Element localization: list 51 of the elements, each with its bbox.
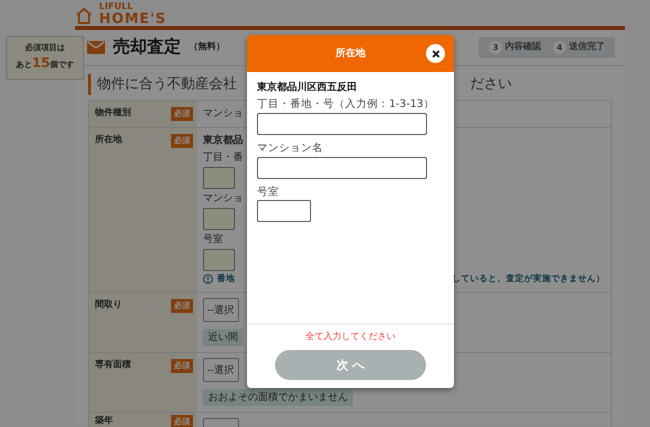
field-caption: 丁目・番 [203, 150, 243, 165]
required-badge: 必須 [171, 134, 193, 148]
house-icon [75, 6, 93, 26]
step-label: 送信完了 [569, 40, 605, 54]
field-label: 築年 [95, 414, 113, 427]
info-icon [203, 274, 213, 284]
input-field[interactable] [203, 167, 235, 189]
input-field[interactable] [203, 249, 235, 271]
input-field[interactable] [203, 208, 235, 230]
input-field[interactable] [257, 112, 427, 135]
field-caption: マンショ [203, 192, 243, 206]
close-icon [432, 50, 440, 58]
input-field[interactable] [257, 200, 311, 222]
page-title: 売却査定 [113, 36, 181, 59]
free-note: （無料） [189, 40, 225, 54]
field-label: 専有面積 [95, 358, 131, 372]
logo-text: LIFULL [99, 3, 134, 12]
hint-text: 近い間 [203, 328, 243, 346]
field-label: 丁目・番地・号（入力例：1-3-13） [257, 97, 436, 112]
address-text: 東京都品川区西五反田 [257, 80, 358, 95]
remaining-text: あと [16, 59, 32, 71]
logo-text: HOME'S [99, 12, 166, 26]
required-badge: 必須 [171, 107, 193, 121]
select-field[interactable]: --選択 [203, 358, 239, 382]
step-number: 4 [553, 41, 566, 54]
field-label: 物件種別 [95, 107, 131, 120]
error-message: 全て入力してください [306, 331, 396, 344]
field-value: 東京都品 [203, 133, 243, 148]
remaining-count: 15 [32, 55, 50, 73]
required-badge: 必須 [171, 358, 193, 373]
field-label: 所在地 [95, 134, 122, 147]
modal-title: 所在地 [336, 46, 366, 61]
field-label: 間取り [95, 298, 122, 312]
step-label: 内容確認 [505, 40, 541, 54]
input-field[interactable] [257, 156, 427, 178]
remaining-text: 個です [50, 59, 74, 71]
envelope-icon [87, 41, 105, 54]
close-button[interactable] [426, 44, 445, 63]
select-field[interactable]: --選択 [203, 298, 239, 322]
field-value: マンショ [203, 107, 243, 121]
required-badge: 必須 [171, 414, 193, 427]
field-label: 号室 [257, 184, 280, 200]
section-heading: ださい [470, 75, 512, 94]
step-number: 3 [489, 41, 502, 54]
field-label: マンション名 [257, 140, 324, 156]
remaining-text: 必須項目は [24, 42, 66, 54]
note-text: 番地 [217, 273, 235, 286]
section-heading: 物件に合う不動産会社 [88, 74, 237, 95]
required-badge: 必須 [171, 298, 193, 313]
field-caption: 号室 [203, 232, 223, 247]
hint-text: おおよその面積でかまいません [203, 388, 353, 406]
